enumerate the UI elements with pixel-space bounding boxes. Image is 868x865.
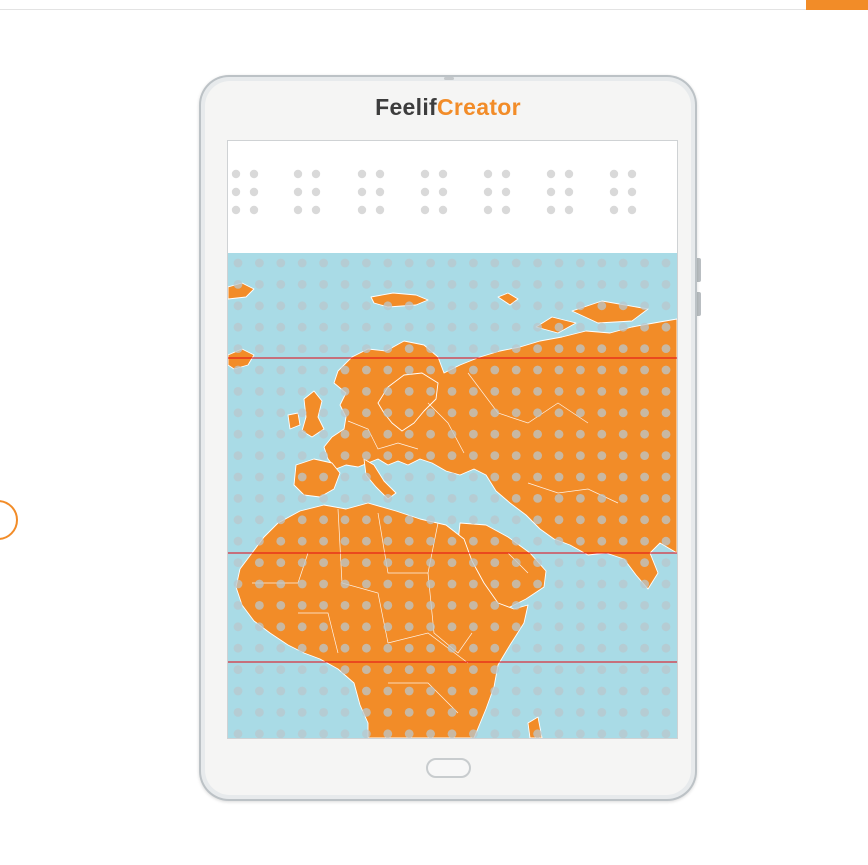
accent-corner-tab [806,0,868,10]
braille-dot [564,205,574,215]
braille-dot [311,205,321,215]
braille-dot [483,187,493,197]
braille-dot [375,187,385,197]
braille-dot [293,187,303,197]
braille-dot [438,187,448,197]
brand-name-part2: Creator [436,94,521,120]
braille-dot [564,187,574,197]
braille-dot [420,169,430,179]
accent-arc-decoration [0,500,18,540]
braille-dot [627,187,637,197]
braille-dot [609,205,619,215]
volume-up-button [697,258,701,282]
braille-dot [420,205,430,215]
braille-dot [249,169,259,179]
braille-dot [546,187,556,197]
map-grid-lines [228,357,677,663]
volume-down-button [697,292,701,316]
braille-dot [546,169,556,179]
braille-dot [311,187,321,197]
braille-dot [357,187,367,197]
braille-dot [501,205,511,215]
tactile-world-map[interactable] [228,253,677,738]
braille-dot [609,169,619,179]
braille-dot [438,205,448,215]
braille-dot [231,205,241,215]
braille-dot [293,169,303,179]
home-button-icon[interactable] [426,758,471,778]
braille-dot [231,169,241,179]
brand-name-part1: Feelif [375,94,437,120]
braille-dot [375,169,385,179]
braille-dot [357,205,367,215]
braille-dot [420,187,430,197]
braille-dot [501,187,511,197]
brand-logo: FeelifCreator [199,94,697,121]
braille-dot [249,205,259,215]
braille-dot [483,205,493,215]
braille-dot [564,169,574,179]
braille-dot [627,205,637,215]
braille-dot [249,187,259,197]
braille-dot [231,187,241,197]
front-camera [444,77,454,80]
braille-dot [375,205,385,215]
braille-dot [438,169,448,179]
braille-dot [609,187,619,197]
braille-dot [293,205,303,215]
tablet-screen[interactable] [227,140,678,739]
braille-dot [627,169,637,179]
braille-dot [311,169,321,179]
braille-dot [546,205,556,215]
braille-dot [483,169,493,179]
braille-cells-row [231,169,637,215]
braille-dot [357,169,367,179]
top-divider [0,9,806,10]
braille-dot [501,169,511,179]
